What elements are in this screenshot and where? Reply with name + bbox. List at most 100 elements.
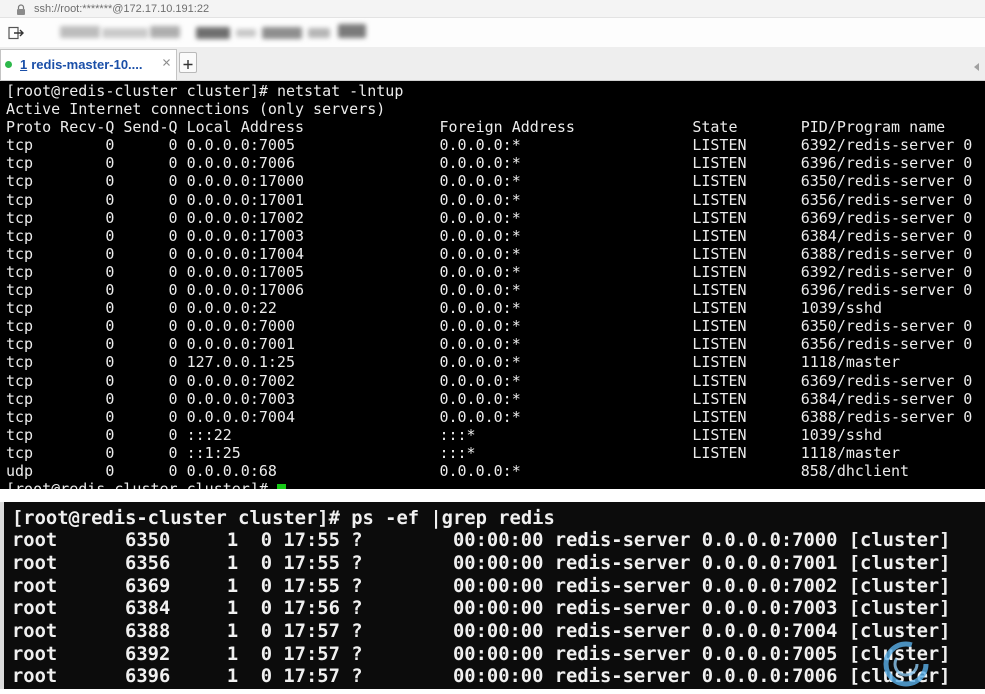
- netstat-proto-cell: tcp: [6, 262, 34, 281]
- netstat-recv-cell: 0: [105, 461, 115, 480]
- ps-time-cell: 00:00:00: [452, 575, 544, 597]
- terminal-pane-ps[interactable]: [root@redis-cluster cluster]# ps -ef |gr…: [0, 502, 985, 689]
- netstat-state-cell: LISTEN: [692, 371, 747, 390]
- ps-tty-cell: ?: [351, 530, 363, 552]
- netstat-recv-cell: 0: [105, 443, 115, 462]
- compose-send-icon[interactable]: [8, 26, 25, 40]
- netstat-foreign-cell: 0.0.0.0:*: [439, 407, 521, 426]
- netstat-recv-cell: 0: [105, 281, 115, 300]
- netstat-proto-cell: tcp: [6, 172, 34, 191]
- ps-row: root 6388 1 0 17:57? 00:00:00 redis-server 0.0…: [12, 621, 985, 644]
- netstat-row: tcp 0 0 0.0.0.0:17005 0.0.0.0:* LISTEN 6392/re…: [6, 263, 985, 281]
- netstat-row: tcp 0 0::1:25:::* LISTEN 1118/master: [6, 444, 985, 462]
- ps-c-cell: 0: [260, 530, 273, 552]
- netstat-state-cell: LISTEN: [692, 353, 747, 372]
- netstat-row: tcp 0 0 0.0.0.0:7005 0.0.0.0:* LISTEN 6392/red…: [6, 136, 985, 154]
- ps-cmd-cell: redis-server 0.0.0.0:7004 [cluster]: [554, 621, 951, 643]
- redacted-text: [102, 28, 148, 38]
- ps-stime-cell: 17:55: [283, 552, 340, 574]
- netstat-state-cell: LISTEN: [692, 443, 747, 462]
- netstat-prog-cell: 6396/redis-server 0: [800, 281, 973, 300]
- netstat-prog-cell: 1039/sshd: [800, 299, 882, 318]
- ps-tty-cell: ?: [351, 621, 363, 643]
- netstat-send-cell: 0: [168, 281, 178, 300]
- netstat-proto-cell: tcp: [6, 208, 34, 227]
- terminal-pane-netstat[interactable]: [root@redis-cluster cluster]# netstat -l…: [0, 81, 985, 489]
- close-icon[interactable]: [162, 54, 171, 66]
- netstat-proto-cell: tcp: [6, 190, 34, 209]
- tab-bar: 1 redis-master-10....: [0, 47, 985, 81]
- ps-cmd-cell: redis-server 0.0.0.0:7006 [cluster]: [554, 666, 951, 688]
- redacted-text: [308, 28, 330, 38]
- session-address[interactable]: ssh://root:*******@172.17.10.191:22: [34, 2, 209, 16]
- netstat-foreign-cell: 0.0.0.0:*: [439, 335, 521, 354]
- netstat-prog-cell: 6388/redis-server 0: [800, 244, 973, 263]
- netstat-state-cell: LISTEN: [692, 154, 747, 173]
- ps-row: root 6384 1 0 17:56? 00:00:00 redis-server 0.0…: [12, 598, 985, 621]
- column-header-proto: Proto: [6, 118, 52, 137]
- ps-pid-cell: 6356: [125, 552, 171, 574]
- ps-pid-cell: 6388: [125, 621, 171, 643]
- netstat-send-cell: 0: [168, 461, 178, 480]
- netstat-prog-cell: 6350/redis-server 0: [800, 172, 973, 191]
- netstat-prog-cell: 1118/master: [800, 353, 901, 372]
- netstat-foreign-cell: 0.0.0.0:*: [439, 244, 521, 263]
- netstat-local-cell: 0.0.0.0:17005: [186, 262, 305, 281]
- netstat-send-cell: 0: [168, 443, 178, 462]
- netstat-prog-cell: 6392/redis-server 0: [800, 136, 973, 155]
- netstat-prog-cell: 6369/redis-server 0: [800, 371, 973, 390]
- netstat-state-cell: LISTEN: [692, 226, 747, 245]
- netstat-proto-cell: tcp: [6, 317, 34, 336]
- netstat-send-cell: 0: [168, 190, 178, 209]
- netstat-foreign-cell: 0.0.0.0:*: [439, 172, 521, 191]
- shell-command: ps -ef |grep redis: [351, 507, 555, 529]
- netstat-prog-cell: 6369/redis-server 0: [800, 208, 973, 227]
- ps-ppid-cell: 1: [226, 552, 239, 574]
- netstat-row: tcp 0 0 0.0.0.0:7006 0.0.0.0:* LISTEN 6396/red…: [6, 154, 985, 172]
- tab-title: 1 redis-master-10....: [20, 57, 143, 73]
- ps-c-cell: 0: [260, 552, 273, 574]
- netstat-rows: tcp 0 0 0.0.0.0:7005 0.0.0.0:* LISTEN 6392/red…: [6, 136, 985, 480]
- netstat-prog-cell: 6356/redis-server 0: [800, 335, 973, 354]
- ps-row: root 6392 1 0 17:57? 00:00:00 redis-server 0.0…: [12, 644, 985, 667]
- lock-icon: [16, 3, 26, 15]
- netstat-state-cell: LISTEN: [692, 389, 747, 408]
- netstat-local-cell: 0.0.0.0:22: [186, 299, 277, 318]
- netstat-foreign-cell: 0.0.0.0:*: [439, 281, 521, 300]
- netstat-proto-cell: tcp: [6, 389, 34, 408]
- redacted-text: [196, 27, 230, 39]
- netstat-recv-cell: 0: [105, 154, 115, 173]
- chevron-left-icon[interactable]: [973, 59, 980, 71]
- ps-uid-cell: root: [12, 575, 58, 597]
- ps-stime-cell: 17:57: [283, 643, 340, 665]
- ps-ppid-cell: 1: [226, 621, 239, 643]
- ps-ppid-cell: 1: [226, 666, 239, 688]
- new-tab-button[interactable]: [179, 52, 197, 73]
- netstat-prog-cell: 858/dhclient: [800, 461, 910, 480]
- netstat-recv-cell: 0: [105, 299, 115, 318]
- connection-status-icon: [5, 61, 12, 68]
- netstat-local-cell: 0.0.0.0:17002: [186, 208, 305, 227]
- ps-row: root 6396 1 0 17:57? 00:00:00 redis-server 0.0…: [12, 666, 985, 689]
- netstat-foreign-cell: 0.0.0.0:*: [439, 190, 521, 209]
- netstat-local-cell: 0.0.0.0:7004: [186, 407, 295, 426]
- netstat-prog-cell: 6384/redis-server 0: [800, 226, 973, 245]
- netstat-row: tcp 0 0 0.0.0.0:17000 0.0.0.0:* LISTEN 6350/re…: [6, 172, 985, 190]
- netstat-send-cell: 0: [168, 425, 178, 444]
- netstat-prog-cell: 6350/redis-server 0: [800, 317, 973, 336]
- tab-session-1[interactable]: 1 redis-master-10....: [0, 49, 177, 80]
- netstat-foreign-cell: 0.0.0.0:*: [439, 353, 521, 372]
- netstat-row: tcp 0 0 127.0.0.1:25 0.0.0.0:* LISTEN 1118/mas…: [6, 353, 985, 371]
- netstat-proto-cell: tcp: [6, 353, 34, 372]
- ps-rows: root 6350 1 0 17:55? 00:00:00 redis-server 0.0…: [12, 530, 985, 689]
- address-bar[interactable]: ssh://root:*******@172.17.10.191:22: [0, 0, 985, 18]
- plus-icon: [183, 57, 193, 69]
- netstat-local-cell: 0.0.0.0:17000: [186, 172, 305, 191]
- netstat-local-cell: 0.0.0.0:17003: [186, 226, 305, 245]
- netstat-row: tcp 0 0 0.0.0.0:17006 0.0.0.0:* LISTEN 6396/re…: [6, 281, 985, 299]
- netstat-send-cell: 0: [168, 389, 178, 408]
- netstat-state-cell: LISTEN: [692, 407, 747, 426]
- ps-c-cell: 0: [260, 598, 273, 620]
- ps-c-cell: 0: [260, 621, 273, 643]
- ps-stime-cell: 17:55: [283, 575, 340, 597]
